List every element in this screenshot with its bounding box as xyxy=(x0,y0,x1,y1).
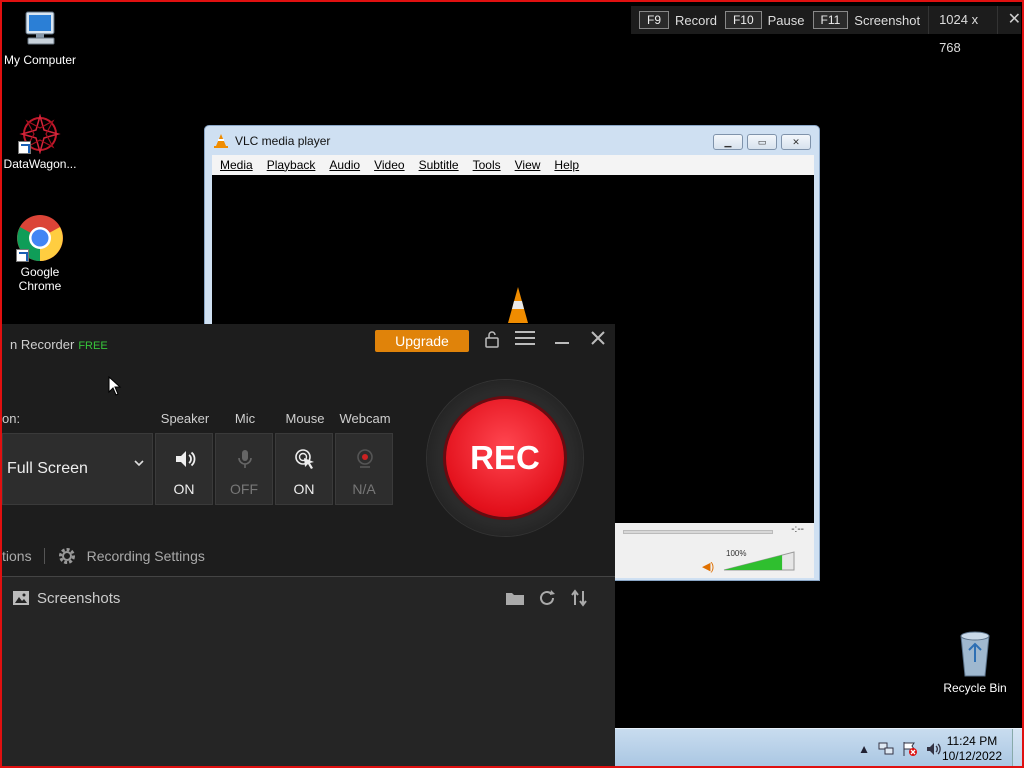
menu-help[interactable]: Help xyxy=(554,158,579,172)
clock-time: 11:24 PM xyxy=(946,734,998,748)
webcam-toggle[interactable]: N/A xyxy=(335,433,393,505)
desktop-icon-my-computer[interactable]: My Computer xyxy=(0,10,80,67)
mic-state: OFF xyxy=(230,481,258,497)
screenshot-hotkey: F11 xyxy=(812,11,849,29)
mouse-label: Mouse xyxy=(285,411,325,426)
vlc-title: VLC media player xyxy=(235,134,331,148)
desktop-icon-label: Recycle Bin xyxy=(943,681,1007,695)
webcam-icon xyxy=(357,449,373,468)
close-icon[interactable] xyxy=(586,330,610,352)
image-icon xyxy=(13,591,29,605)
system-tray: ▲ xyxy=(858,741,942,757)
options-link[interactable]: tions xyxy=(2,548,32,564)
mouse-cursor-icon xyxy=(108,376,122,396)
computer-icon xyxy=(18,10,62,50)
folder-icon[interactable] xyxy=(505,588,525,608)
record-label[interactable]: Record xyxy=(675,13,717,28)
shortcut-arrow-icon xyxy=(16,249,29,262)
recorder-window: n Recorder FREE Upgrade on: Full Screen S… xyxy=(2,324,615,768)
menu-media[interactable]: Media xyxy=(220,158,253,172)
recycle-bin-icon xyxy=(956,630,994,678)
screenshots-tab-bar: Screenshots xyxy=(2,576,615,621)
menu-icon[interactable] xyxy=(513,330,537,352)
vlc-cone-icon xyxy=(214,134,228,148)
mouse-state: ON xyxy=(293,481,315,497)
desktop-icon-label: Google Chrome xyxy=(18,265,62,293)
hotbar-close-icon[interactable]: ✕ xyxy=(996,6,1021,34)
capture-mode-select[interactable]: Full Screen xyxy=(2,433,153,505)
webcam-label: Webcam xyxy=(339,411,391,426)
close-icon[interactable]: ✕ xyxy=(781,134,811,150)
vlc-menubar: Media Playback Audio Video Subtitle Tool… xyxy=(212,155,814,175)
taskbar: ▲ 11:24 PM 10/12/2022 xyxy=(615,728,1024,768)
minimize-icon[interactable] xyxy=(550,330,574,352)
minimize-icon[interactable]: ▁ xyxy=(713,134,743,150)
seek-bar[interactable] xyxy=(623,530,773,534)
screenshots-tab[interactable]: Screenshots xyxy=(37,590,120,607)
action-center-icon[interactable] xyxy=(902,741,918,757)
screenshot-label[interactable]: Screenshot xyxy=(854,13,920,28)
show-desktop-button[interactable] xyxy=(1012,729,1024,768)
mouse-toggle[interactable]: ON xyxy=(275,433,333,505)
speaker-toggle[interactable]: ON xyxy=(155,433,213,505)
shortcut-arrow-icon xyxy=(18,141,31,154)
pause-label[interactable]: Pause xyxy=(768,13,805,28)
lock-icon[interactable] xyxy=(480,330,504,352)
speaker-icon[interactable]: ◀) xyxy=(702,560,714,573)
menu-playback[interactable]: Playback xyxy=(267,158,316,172)
datawagon-icon xyxy=(18,113,62,155)
mic-toggle[interactable]: OFF xyxy=(215,433,273,505)
vlc-logo-icon xyxy=(508,287,528,323)
menu-video[interactable]: Video xyxy=(374,158,404,172)
clock-date: 10/12/2022 xyxy=(941,749,1002,763)
microphone-icon xyxy=(238,450,252,468)
divider xyxy=(43,548,45,564)
recorder-header[interactable]: n Recorder FREE Upgrade xyxy=(2,324,615,358)
desktop-icon-recycle-bin[interactable]: Recycle Bin xyxy=(935,630,1015,695)
clock[interactable]: 11:24 PM 10/12/2022 xyxy=(942,734,1002,764)
maximize-icon[interactable]: ▭ xyxy=(747,134,777,150)
menu-tools[interactable]: Tools xyxy=(473,158,501,172)
capture-mode-value: Full Screen xyxy=(7,460,88,477)
recorder-title: n Recorder FREE xyxy=(10,337,108,352)
record-hotkey: F9 xyxy=(639,11,670,29)
desktop-icon-label: DataWagon... xyxy=(3,157,77,171)
sort-icon[interactable] xyxy=(569,588,589,608)
resolution-readout: 1024 x 768 xyxy=(928,6,987,55)
desktop-icon-google-chrome[interactable]: Google Chrome xyxy=(0,214,80,293)
edition-badge: FREE xyxy=(78,340,108,352)
time-readout: -:-- xyxy=(791,524,804,535)
show-hidden-icons-icon[interactable]: ▲ xyxy=(858,742,870,756)
menu-view[interactable]: View xyxy=(515,158,541,172)
volume-slider[interactable] xyxy=(722,551,796,571)
speaker-label: Speaker xyxy=(160,411,210,426)
chevron-down-icon xyxy=(134,460,144,467)
chrome-icon xyxy=(16,214,64,262)
mic-label: Mic xyxy=(234,411,256,426)
gear-icon[interactable] xyxy=(57,546,77,566)
webcam-state: N/A xyxy=(352,481,376,497)
menu-audio[interactable]: Audio xyxy=(329,158,360,172)
speaker-state: ON xyxy=(173,481,195,497)
source-label: on: xyxy=(2,411,21,426)
settings-row: tions Recording Settings xyxy=(2,546,205,566)
desktop-icon-datawagon[interactable]: DataWagon... xyxy=(0,113,80,171)
rec-button-ring: REC xyxy=(427,380,583,536)
pause-hotkey: F10 xyxy=(724,11,762,29)
network-icon[interactable] xyxy=(878,741,894,757)
volume-icon[interactable] xyxy=(926,741,942,757)
upgrade-button[interactable]: Upgrade xyxy=(375,330,469,352)
recording-settings-link[interactable]: Recording Settings xyxy=(87,548,205,564)
rec-button[interactable]: REC xyxy=(446,399,564,517)
desktop-icon-label: My Computer xyxy=(3,53,77,67)
speaker-icon xyxy=(176,451,196,467)
hotkey-bar: F9 Record F10 Pause F11 Screenshot 1024 … xyxy=(631,6,1021,55)
menu-subtitle[interactable]: Subtitle xyxy=(419,158,459,172)
refresh-icon[interactable] xyxy=(537,588,557,608)
mouse-click-icon xyxy=(295,449,314,469)
